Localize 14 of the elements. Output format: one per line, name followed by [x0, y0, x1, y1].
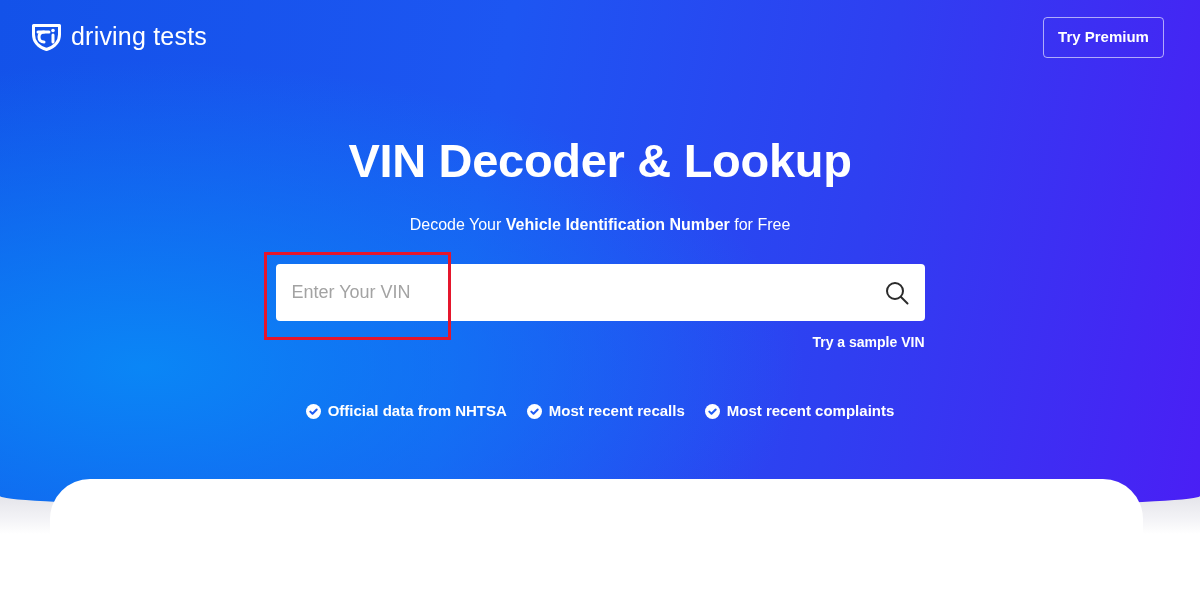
subtitle-text: Decode Your Vehicle Identification Number for Free: [409, 215, 791, 235]
feature-text: Most recent complaints: [726, 401, 895, 421]
check-circle-icon: [305, 403, 321, 419]
feature-text: Official data from NHTSA: [327, 401, 507, 421]
feature-text: Most recent recalls: [548, 401, 685, 421]
check-circle-icon: [526, 403, 542, 419]
shield-logo-icon: [32, 24, 61, 51]
sample-vin-link[interactable]: Try a sample VIN: [812, 332, 925, 352]
check-circle-icon: [704, 403, 720, 419]
page-title: VIN Decoder & Lookup: [348, 133, 852, 189]
search-icon: [884, 281, 909, 305]
try-premium-button[interactable]: Try Premium: [1043, 17, 1164, 58]
vin-input-field[interactable]: Enter Your VIN: [275, 264, 925, 321]
logo-link[interactable]: driving tests: [32, 24, 207, 51]
